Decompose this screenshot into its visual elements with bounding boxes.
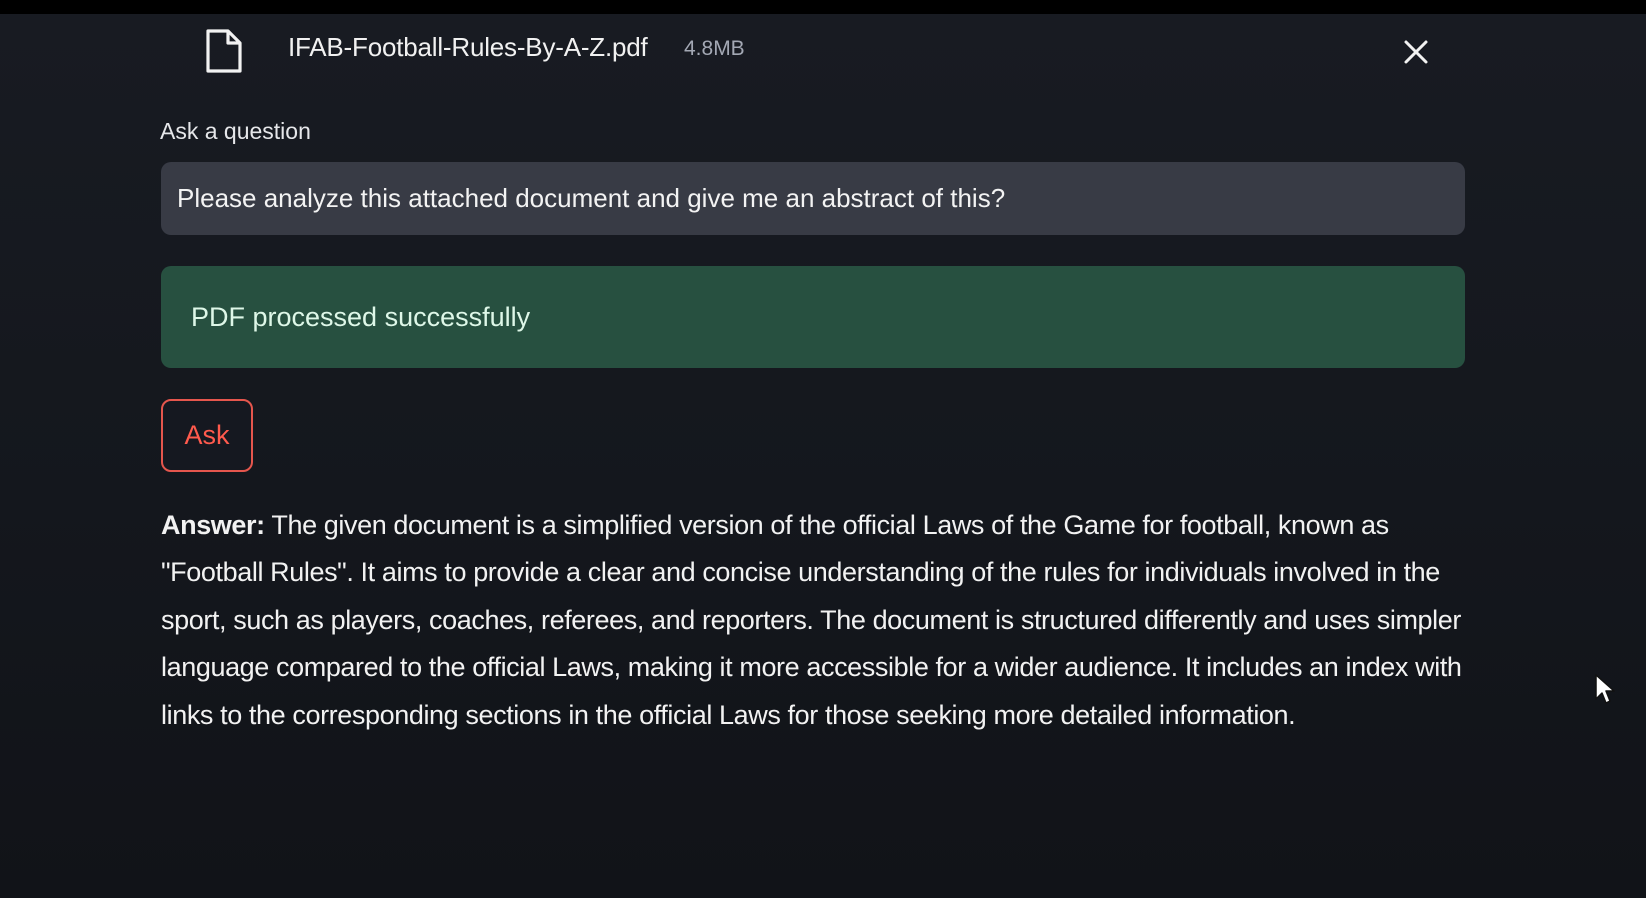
question-input[interactable]	[161, 162, 1465, 235]
file-size: 4.8MB	[684, 37, 745, 60]
answer-text: Answer: The given document is a simplifi…	[161, 502, 1471, 739]
remove-file-button[interactable]	[1398, 34, 1434, 70]
close-icon	[1404, 40, 1428, 64]
mouse-pointer-icon	[1594, 673, 1616, 707]
success-alert: PDF processed successfully	[161, 266, 1465, 368]
success-message: PDF processed successfully	[191, 301, 531, 332]
answer-body: The given document is a simplified versi…	[161, 510, 1462, 730]
answer-label: Answer:	[161, 510, 265, 540]
document-icon	[204, 28, 244, 74]
uploaded-file-row: IFAB-Football-Rules-By-A-Z.pdf 4.8MB	[0, 14, 1646, 73]
question-label: Ask a question	[160, 118, 311, 144]
ask-button[interactable]: Ask	[161, 399, 253, 472]
file-name: IFAB-Football-Rules-By-A-Z.pdf	[288, 32, 648, 62]
top-black-bar	[0, 0, 1646, 14]
